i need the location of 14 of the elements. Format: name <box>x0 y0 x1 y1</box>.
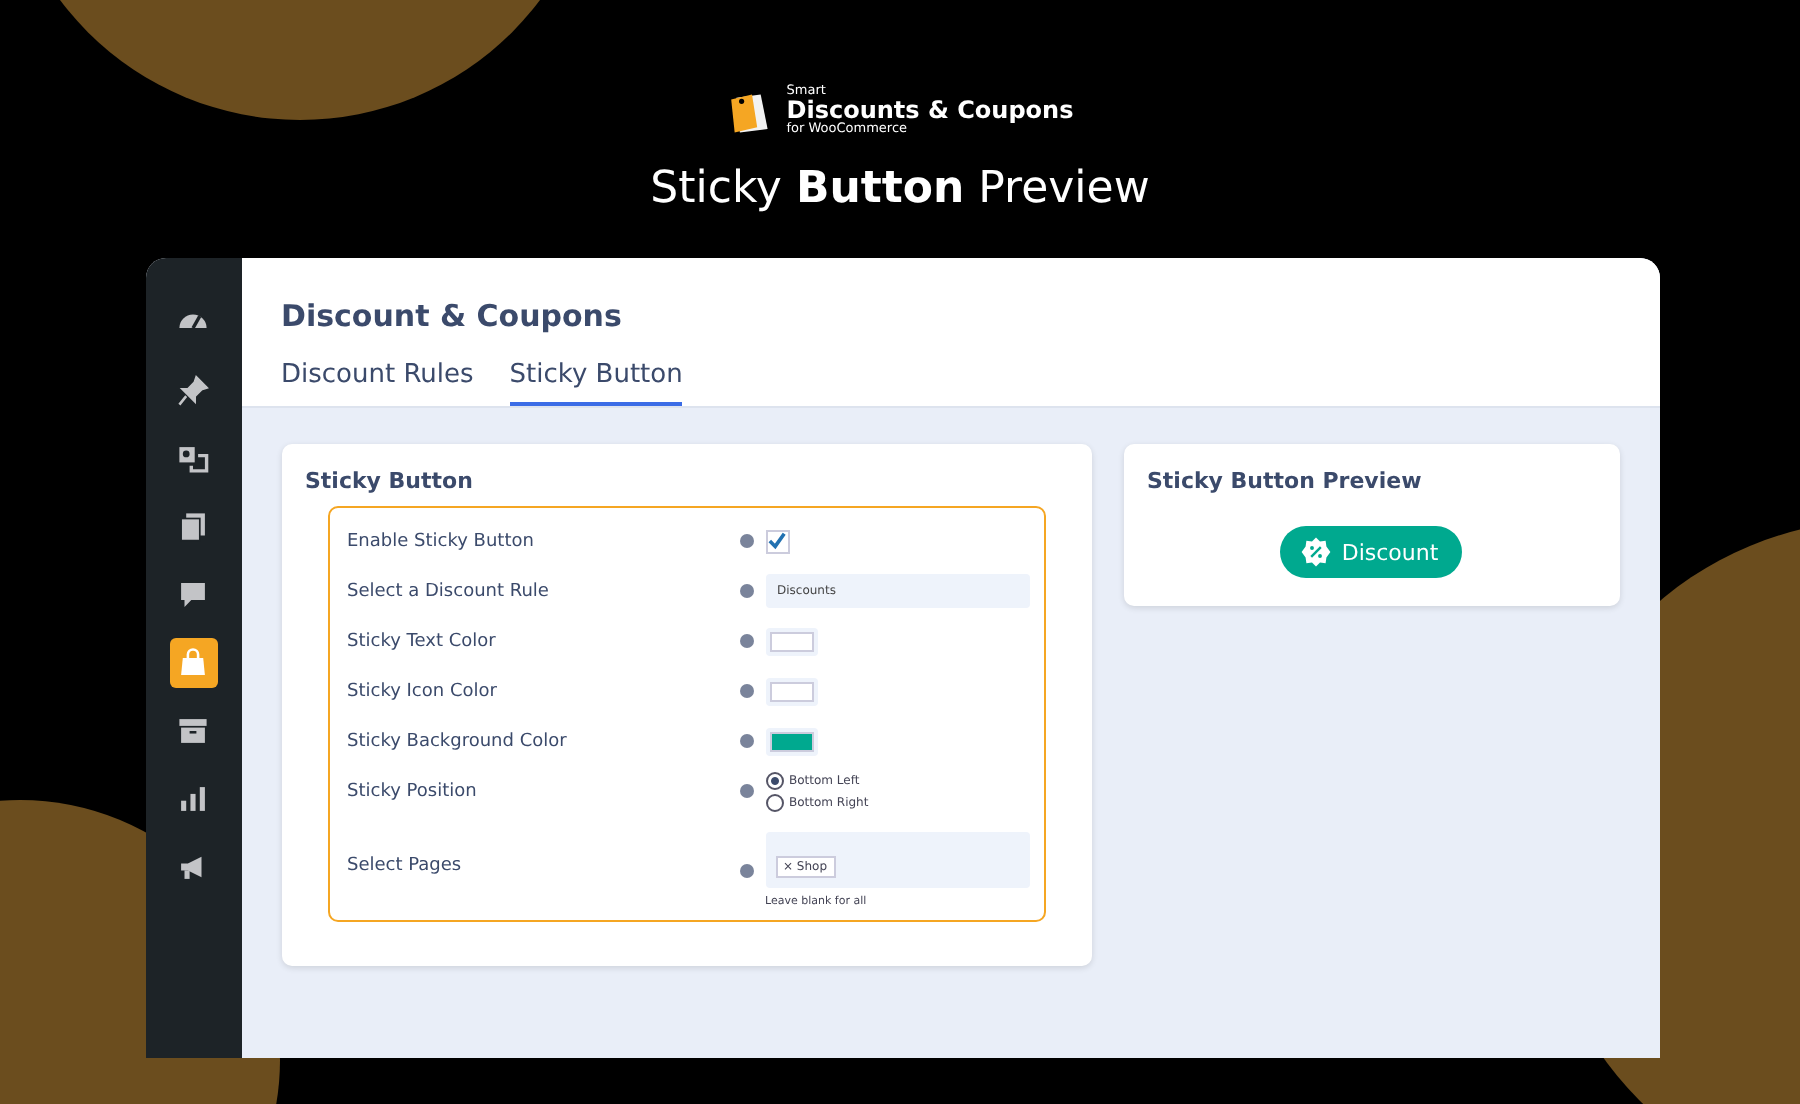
field-label: Sticky Position <box>347 781 479 801</box>
page-title: Discount & Coupons <box>281 298 624 334</box>
tab[interactable]: Discount Rules <box>281 360 474 406</box>
tab[interactable]: Sticky Button <box>509 360 683 406</box>
field-label: Select Pages <box>347 856 464 876</box>
field-label: Sticky Icon Color <box>347 681 499 701</box>
card-title: Sticky Button Preview <box>1147 468 1424 494</box>
field-label: Sticky Background Color <box>347 731 569 751</box>
headline: Sticky Button Preview <box>650 164 1150 214</box>
field-label: Sticky Text Color <box>347 631 498 651</box>
field-label: Select a Discount Rule <box>347 581 551 601</box>
card-title: Sticky Button <box>305 468 475 494</box>
brand-name: Discounts & Coupons <box>786 97 1074 123</box>
field-label: Enable Sticky Button <box>347 531 536 551</box>
